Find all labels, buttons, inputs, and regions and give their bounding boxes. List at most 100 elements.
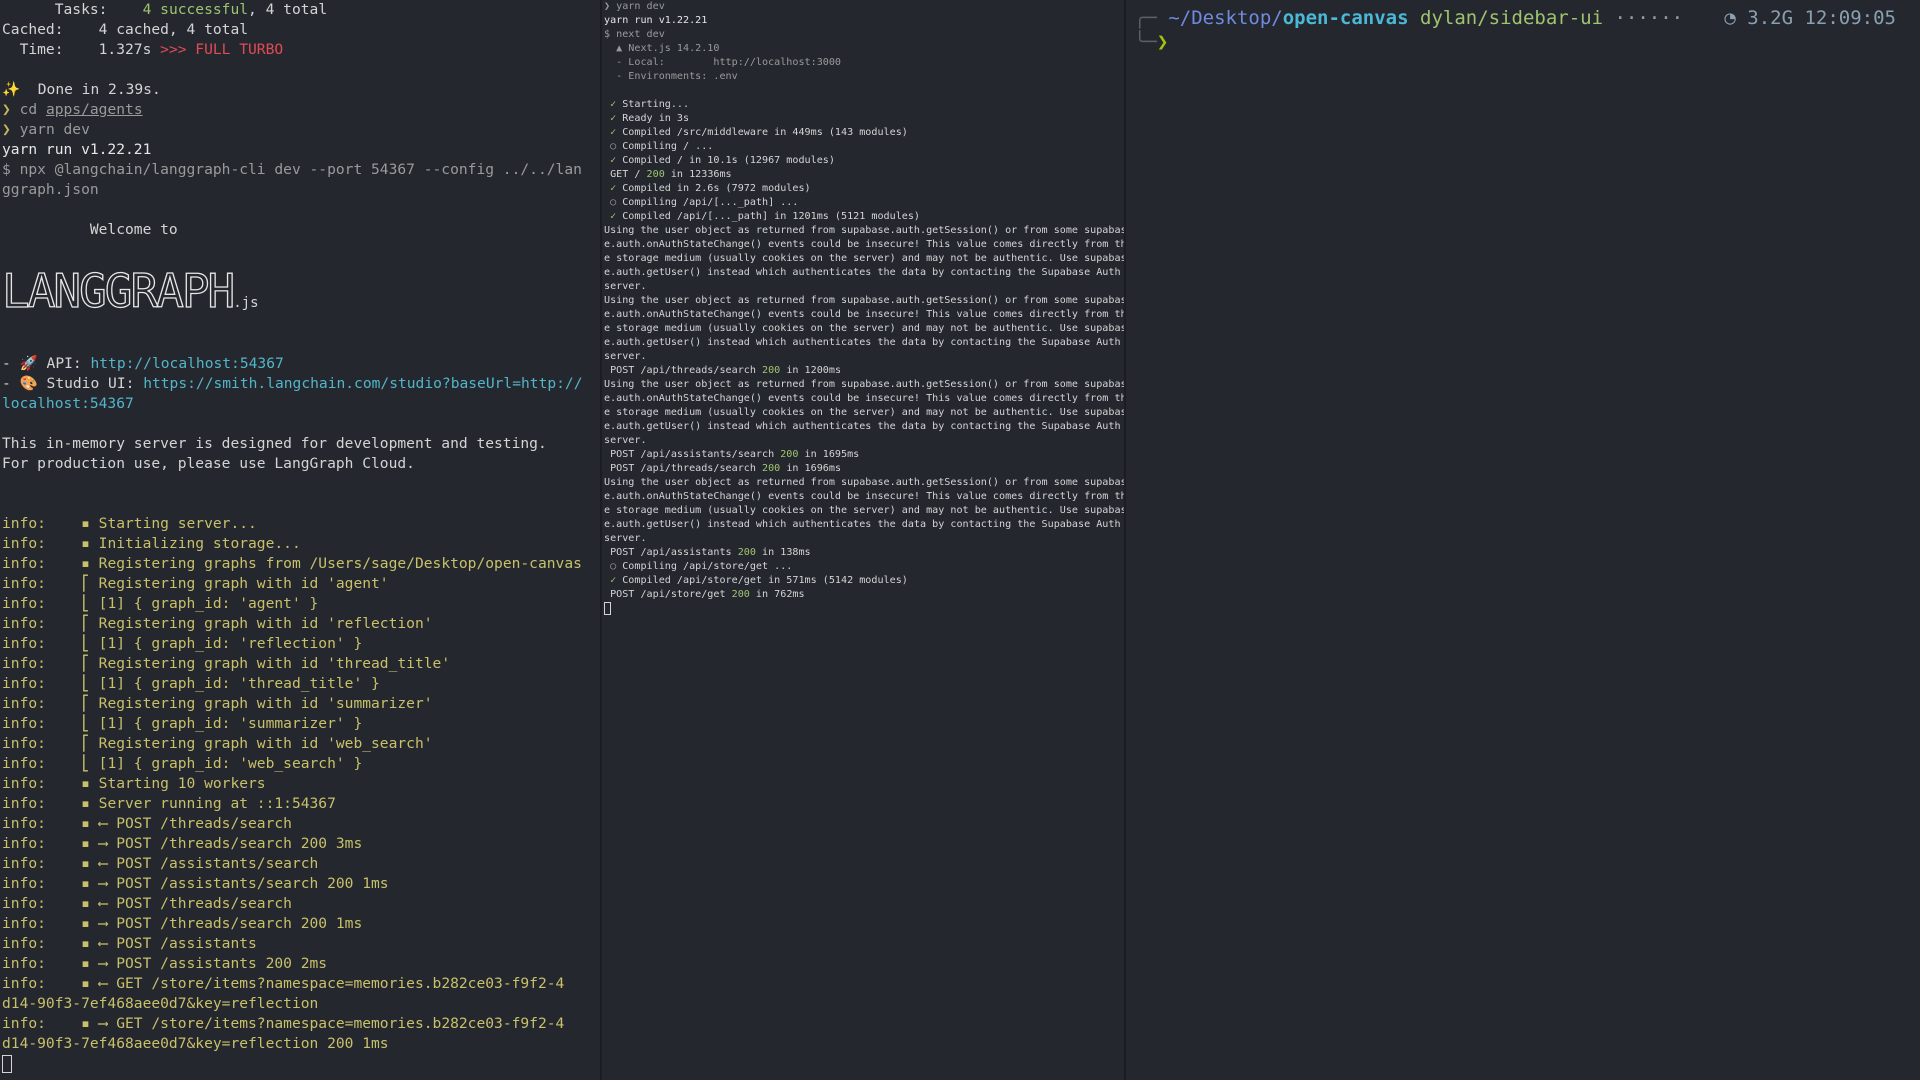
terminal-line: info: ⎣ [1] { graph_id: 'summarizer' } xyxy=(2,715,363,732)
terminal-line: server. xyxy=(604,435,647,446)
terminal-line: This in-memory server is designed for de… xyxy=(2,435,547,452)
terminal-line: - Local: http://localhost:3000 xyxy=(604,57,842,68)
terminal-line: info: ▪ Server running at ::1:54367 xyxy=(2,795,336,812)
path-dir: open-canvas xyxy=(1282,7,1409,29)
terminal-line: e.auth.onAuthStateChange() events could … xyxy=(604,239,1124,250)
terminal-pane-left[interactable]: Tasks: 4 successful, 4 total Cached: 4 ca… xyxy=(0,0,600,1080)
terminal-line: $ next dev xyxy=(604,29,665,40)
terminal-line: info: ⎣ [1] { graph_id: 'web_search' } xyxy=(2,755,363,772)
terminal-line: POST /api/threads/search 200 in 1696ms xyxy=(604,463,842,474)
terminal-line: Time: 1.327s >>> FULL TURBO xyxy=(2,41,284,58)
terminal-line: d14-90f3-7ef468aee0d7&key=reflection xyxy=(2,995,319,1012)
terminal-line: ✨ Done in 2.39s. xyxy=(2,81,161,98)
git-branch: dylan/sidebar-ui xyxy=(1420,7,1604,29)
terminal-line: e.auth.onAuthStateChange() events could … xyxy=(604,309,1124,320)
terminal-line: info: ▪ ⟵ POST /threads/search xyxy=(2,895,292,912)
terminal-line: info: ▪ ⟵ GET /store/items?namespace=mem… xyxy=(2,975,565,992)
terminal-line: info: ⎡ Registering graph with id 'web_s… xyxy=(2,735,433,752)
shell-prompt: ╭─ ~/Desktop/open-canvas dylan/sidebar-u… xyxy=(1134,7,1684,53)
terminal-line: ✓ Compiled /api/store/get in 571ms (5142… xyxy=(610,575,908,586)
terminal-line: e.auth.getUser() instead which authentic… xyxy=(604,337,1121,348)
terminal-line: localhost:54367 xyxy=(2,395,134,412)
terminal-line: Cached: 4 cached, 4 total xyxy=(2,21,249,38)
terminal-line: info: ▪ ⟶ GET /store/items?namespace=mem… xyxy=(2,1015,565,1032)
terminal-line: For production use, please use LangGraph… xyxy=(2,455,415,472)
terminal-line: - 🚀 API: http://localhost:54367 xyxy=(2,355,284,372)
terminal-line: ggraph.json xyxy=(2,181,99,198)
prompt-dots: ······ xyxy=(1603,7,1684,29)
terminal-line: info: ▪ ⟶ POST /assistants/search 200 1m… xyxy=(2,875,389,892)
terminal-line: ○ Compiling /api/[..._path] ... xyxy=(610,197,799,208)
memory-usage: 3.2G xyxy=(1747,7,1794,29)
terminal-line: ✓ Starting... xyxy=(610,99,690,110)
terminal-line: info: ▪ Initializing storage... xyxy=(2,535,301,552)
terminal-line: info: ⎡ Registering graph with id 'refle… xyxy=(2,615,433,632)
terminal-line: ✓ Ready in 3s xyxy=(610,113,690,124)
terminal-line: info: ▪ ⟶ POST /assistants 200 2ms xyxy=(2,955,328,972)
terminal-line: POST /api/assistants 200 in 138ms xyxy=(604,547,811,558)
clock: 12:09:05 xyxy=(1804,7,1896,29)
terminal-line: info: ⎣ [1] { graph_id: 'agent' } xyxy=(2,595,319,612)
terminal-line: ❯ cd apps/agents xyxy=(2,101,143,118)
terminal-line: e.auth.getUser() instead which authentic… xyxy=(604,421,1121,432)
terminal-pane-right[interactable]: ╭─ ~/Desktop/open-canvas dylan/sidebar-u… xyxy=(1126,0,1920,1080)
path-prefix: ~/Desktop/ xyxy=(1168,7,1283,29)
terminal-line: ✓ Compiled /src/middleware in 449ms (143… xyxy=(610,127,908,138)
terminal-line: POST /api/assistants/search 200 in 1695m… xyxy=(604,449,860,460)
terminal-line: - Environments: .env xyxy=(604,71,738,82)
terminal-line: info: ⎡ Registering graph with id 'agent… xyxy=(2,575,389,592)
terminal-line: ❯ yarn dev xyxy=(2,121,90,138)
middle-output: ❯ yarn dev yarn run v1.22.21 $ next dev ▲ … xyxy=(602,0,1124,617)
terminal-line: ▲ Next.js 14.2.10 xyxy=(604,43,720,54)
terminal-line: server. xyxy=(604,533,647,544)
terminal-line: Welcome to xyxy=(2,221,178,238)
cursor xyxy=(2,1055,12,1073)
terminal-line: e storage medium (usually cookies on the… xyxy=(604,407,1124,418)
terminal-line: ✓ Compiled in 2.6s (7972 modules) xyxy=(610,183,811,194)
status-segment: ◔ 3.2G 12:09:05 xyxy=(1724,6,1896,30)
terminal-line: POST /api/store/get 200 in 762ms xyxy=(604,589,805,600)
terminal-line: info: ⎣ [1] { graph_id: 'reflection' } xyxy=(2,635,363,652)
terminal-line: info: ⎣ [1] { graph_id: 'thread_title' } xyxy=(2,675,380,692)
terminal-line: e storage medium (usually cookies on the… xyxy=(604,505,1124,516)
terminal-line: Using the user object as returned from s… xyxy=(604,225,1124,236)
terminal-line: ○ Compiling / ... xyxy=(610,141,714,152)
terminal-line: e storage medium (usually cookies on the… xyxy=(604,323,1124,334)
terminal-line: ✓ Compiled / in 10.1s (12967 modules) xyxy=(610,155,835,166)
terminal-line: yarn run v1.22.21 xyxy=(604,15,708,26)
terminal-line: info: ▪ Starting 10 workers xyxy=(2,775,266,792)
prompt-symbol: ❯ xyxy=(1156,31,1169,53)
terminal-line: Tasks: 4 successful, 4 total xyxy=(2,1,328,18)
terminal-line: $ npx @langchain/langgraph-cli dev --por… xyxy=(2,161,582,178)
terminal-line: info: ▪ ⟶ POST /threads/search 200 1ms xyxy=(2,915,363,932)
terminal-line: Using the user object as returned from s… xyxy=(604,477,1124,488)
terminal-line: Using the user object as returned from s… xyxy=(604,295,1124,306)
terminal-line: GET / 200 in 12336ms xyxy=(604,169,732,180)
terminal-line: info: ▪ Starting server... xyxy=(2,515,257,532)
terminal-line: info: ▪ ⟶ POST /threads/search 200 3ms xyxy=(2,835,363,852)
terminal-line: info: ▪ ⟵ POST /assistants/search xyxy=(2,855,319,872)
terminal-pane-middle[interactable]: ❯ yarn dev yarn run v1.22.21 $ next dev ▲ … xyxy=(602,0,1124,1080)
terminal-line: server. xyxy=(604,281,647,292)
terminal-line: ○ Compiling /api/store/get ... xyxy=(610,561,793,572)
gauge-icon: ◔ xyxy=(1724,7,1736,29)
terminal-line: e.auth.getUser() instead which authentic… xyxy=(604,267,1121,278)
terminal-line: info: ▪ ⟵ POST /threads/search xyxy=(2,815,292,832)
terminal-line: ✓ Compiled /api/[..._path] in 1201ms (51… xyxy=(610,211,921,222)
cursor xyxy=(604,602,611,615)
terminal-line: yarn run v1.22.21 xyxy=(2,141,152,158)
terminal-line: info: ⎡ Registering graph with id 'summa… xyxy=(2,695,433,712)
terminal-line: info: ⎡ Registering graph with id 'threa… xyxy=(2,655,451,672)
terminal-line: e.auth.onAuthStateChange() events could … xyxy=(604,393,1124,404)
terminal-line: ❯ yarn dev xyxy=(604,1,665,12)
terminal-line: d14-90f3-7ef468aee0d7&key=reflection 200… xyxy=(2,1035,389,1052)
terminal-line: info: ▪ Registering graphs from /Users/s… xyxy=(2,555,582,572)
